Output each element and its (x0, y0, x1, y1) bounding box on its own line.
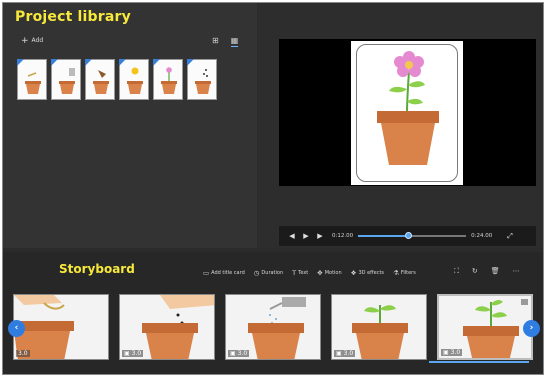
project-library-pane: Project library + Add ⊞ ▦ (3, 3, 257, 248)
tool-label: Duration (261, 270, 284, 276)
scroll-right-button[interactable]: › (523, 320, 540, 337)
flower-image (161, 67, 177, 94)
storyboard-toolbar: ▭ Add title card ◷ Duration T Text ✥ Motion … (203, 269, 416, 277)
duration-icon: ◷ (253, 269, 260, 277)
duration-value: 3.0 (450, 349, 461, 356)
image-icon: ▣ (336, 350, 342, 357)
library-thumbnails (17, 59, 217, 100)
chevron-right-icon: › (529, 323, 534, 333)
pot-image (127, 67, 143, 94)
clip-duration: ▣ 3.0 (228, 350, 250, 357)
video-preview (279, 39, 536, 186)
storyboard-clip[interactable]: ▣ 3.0 (225, 294, 321, 360)
current-time: 0:12.00 (332, 233, 354, 239)
add-title-card-button[interactable]: ▭ Add title card (203, 269, 245, 277)
flower-pot-image (377, 51, 439, 165)
seeds-image (195, 69, 211, 94)
image-icon: ▣ (230, 350, 236, 357)
view-toggle: ⊞ ▦ (212, 37, 239, 47)
skip-back-icon[interactable]: ◀ (285, 232, 299, 240)
fullscreen-icon[interactable]: ⤢ (507, 232, 513, 241)
seek-bar[interactable] (358, 232, 467, 239)
image-icon: ▣ (124, 350, 130, 357)
filters-icon: ⚗ (393, 269, 399, 277)
tool-label: Add title card (211, 270, 245, 276)
selection-indicator (429, 361, 529, 363)
clip-duration: ▣ 3.0 (441, 349, 463, 356)
motion-icon: ✥ (317, 269, 323, 277)
filters-button[interactable]: ⚗ Filters (393, 269, 416, 277)
add-button[interactable]: + Add (21, 35, 44, 46)
title-card-icon: ▭ (203, 269, 210, 277)
resize-icon[interactable]: ⛶ (454, 267, 459, 276)
total-time: 0:24.00 (471, 233, 493, 239)
add-label: Add (31, 37, 44, 44)
3d-effects-button[interactable]: ❖ 3D effects (351, 269, 384, 277)
storyboard-strip: 3.0 ▣ 3.0 ▣ 3.0 ▣ 3.0 ▣ 3.0 (13, 294, 534, 360)
storyboard-pane: Storyboard ▭ Add title card ◷ Duration T Te… (3, 252, 543, 374)
motion-button[interactable]: ✥ Motion (317, 269, 341, 277)
storyboard-actions: ⛶ ↻ 🗑 ⋯ (454, 267, 520, 276)
storyboard-clip[interactable]: ▣ 3.0 (331, 294, 427, 360)
project-library-title: Project library (15, 9, 131, 25)
clip-duration: ▣ 3.0 (122, 350, 144, 357)
clip-duration: ▣ 3.0 (334, 350, 356, 357)
plus-icon: + (21, 35, 29, 46)
tool-label: 3D effects (358, 270, 385, 276)
scroll-left-button[interactable]: ‹ (8, 320, 25, 337)
duration-button[interactable]: ◷ Duration (254, 269, 283, 277)
seek-bar-fill (358, 235, 409, 237)
more-icon[interactable]: ⋯ (513, 267, 520, 276)
clip-duration: 3.0 (16, 350, 30, 357)
tool-label: Filters (400, 270, 416, 276)
pot-image (59, 68, 75, 94)
skip-forward-icon[interactable]: ▶ (313, 232, 327, 240)
text-icon: T (292, 269, 297, 277)
duration-value: 3.0 (18, 350, 28, 357)
duration-value: 3.0 (237, 350, 248, 357)
preview-frame (351, 41, 463, 185)
duration-value: 3.0 (343, 350, 354, 357)
playback-controls: ◀ ▶ ▶ 0:12.00 0:24.00 ⤢ (279, 226, 536, 246)
library-item[interactable] (51, 59, 81, 100)
text-button[interactable]: T Text (292, 269, 308, 277)
storyboard-clip-selected[interactable]: ▣ 3.0 (437, 294, 534, 360)
tool-label: Motion (324, 270, 342, 276)
library-item[interactable] (153, 59, 183, 100)
storyboard-clip[interactable]: 3.0 (13, 294, 109, 360)
seek-handle[interactable] (404, 232, 412, 239)
chevron-left-icon: ‹ (14, 323, 19, 333)
duration-value: 3.0 (131, 350, 142, 357)
rotate-icon[interactable]: ↻ (472, 267, 478, 276)
tool-label: Text (298, 270, 309, 276)
list-view-icon[interactable]: ▦ (230, 37, 239, 47)
library-item[interactable] (187, 59, 217, 100)
storyboard-clip[interactable]: ▣ 3.0 (119, 294, 215, 360)
video-editor-window: Project library + Add ⊞ ▦ ◀ ▶ ▶ 0:12.00 … (2, 2, 544, 375)
image-icon: ▣ (443, 349, 449, 356)
pot-image (25, 72, 41, 94)
storyboard-title: Storyboard (59, 262, 135, 276)
play-icon[interactable]: ▶ (299, 232, 313, 240)
delete-icon[interactable]: 🗑 (491, 267, 500, 276)
preview-pane: ◀ ▶ ▶ 0:12.00 0:24.00 ⤢ (258, 3, 543, 248)
clip-handle[interactable] (521, 299, 529, 305)
library-item[interactable] (119, 59, 149, 100)
3d-effects-icon: ❖ (350, 269, 357, 277)
library-item[interactable] (85, 59, 115, 100)
library-item[interactable] (17, 59, 47, 100)
grid-view-icon[interactable]: ⊞ (212, 37, 219, 47)
pot-image (93, 70, 109, 94)
